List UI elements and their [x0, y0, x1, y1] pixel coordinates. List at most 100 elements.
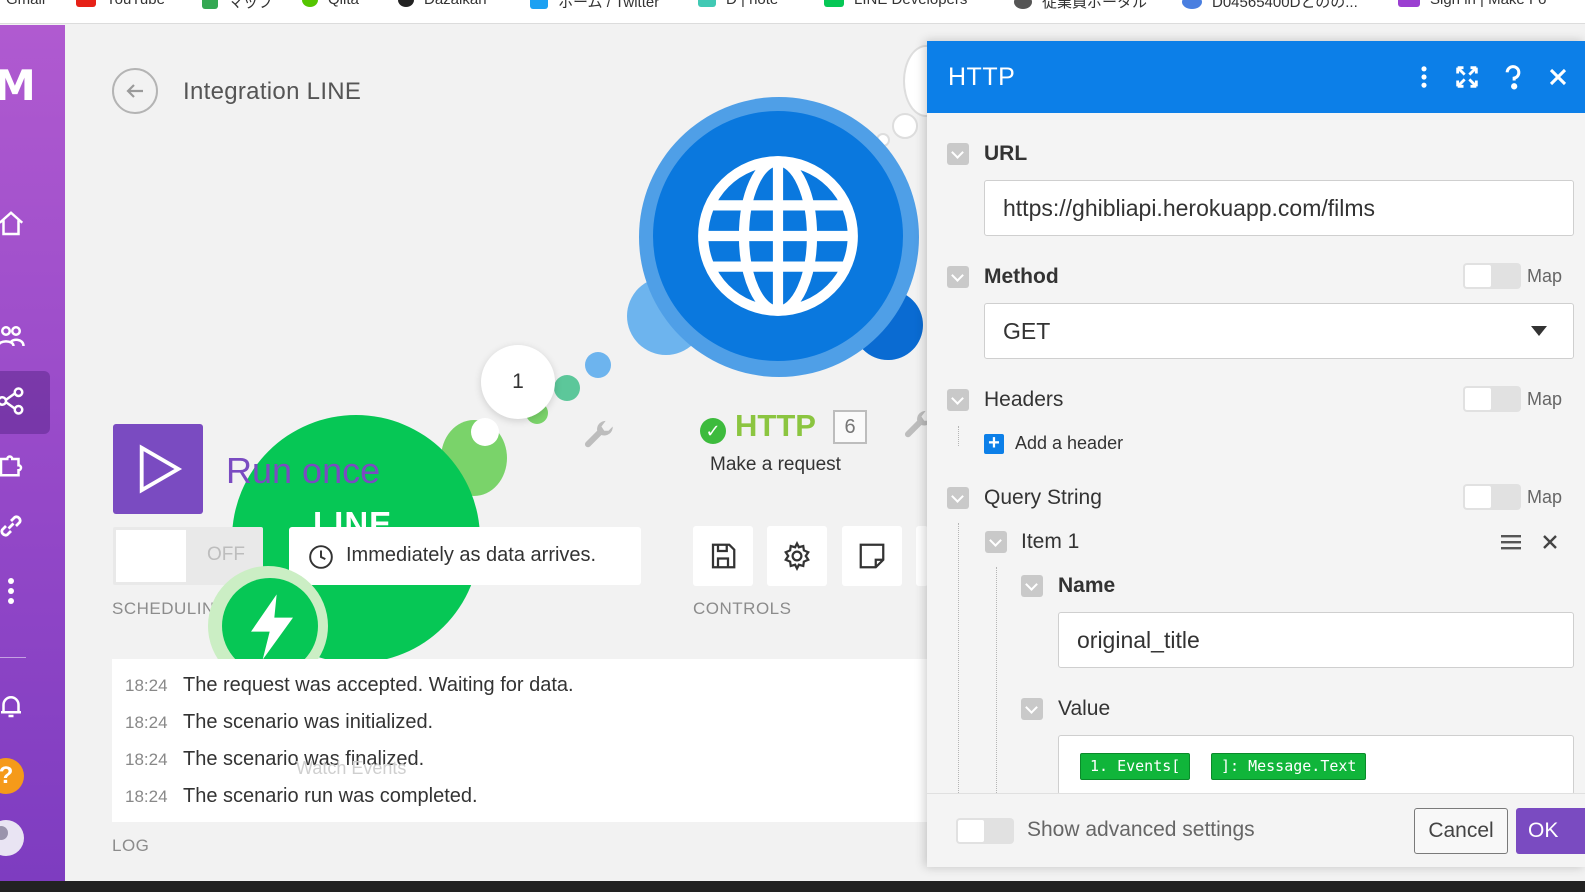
- cancel-button[interactable]: Cancel: [1414, 808, 1508, 854]
- log-entry: 18:24 The scenario was initialized.: [125, 711, 433, 734]
- value-label: Value: [1058, 697, 1111, 720]
- method-value: GET: [1003, 318, 1051, 344]
- bookmark-youtube[interactable]: YouTube: [76, 0, 165, 8]
- query-string-collapse-toggle[interactable]: [947, 487, 969, 509]
- globe-icon: [698, 156, 858, 316]
- connector-bubble: [892, 113, 918, 139]
- remove-item-icon[interactable]: [1542, 534, 1558, 550]
- wrench-icon[interactable]: [583, 418, 617, 452]
- http-module-panel: HTTP URL https://ghibliapi.herokuapp.com…: [927, 41, 1585, 867]
- mapped-token[interactable]: 1. Events[: [1080, 753, 1191, 780]
- ok-button[interactable]: OK: [1516, 808, 1585, 854]
- bookmark-make[interactable]: Sign in | Make Fo: [1398, 0, 1546, 8]
- slack-icon: [1182, 0, 1202, 9]
- query-string-map-toggle[interactable]: [1463, 484, 1521, 510]
- method-map-label: Map: [1527, 266, 1563, 286]
- tree-connector: [958, 523, 959, 793]
- log-section-label: LOG: [112, 836, 150, 855]
- advanced-settings-toggle[interactable]: [956, 818, 1014, 844]
- mapped-token[interactable]: ]: Message.Text: [1211, 753, 1367, 780]
- more-vertical-icon[interactable]: [1410, 63, 1438, 91]
- panel-footer: Show advanced settings Cancel OK: [927, 793, 1585, 867]
- toggle-state-label: OFF: [207, 544, 245, 565]
- url-input[interactable]: https://ghibliapi.herokuapp.com/films: [984, 180, 1574, 236]
- notifications-bell-icon[interactable]: [0, 691, 26, 721]
- http-module-name[interactable]: HTTP: [735, 408, 816, 444]
- back-button[interactable]: [112, 68, 158, 114]
- bookmark-dazaikan[interactable]: Dazaikan: [398, 0, 487, 8]
- add-header-button[interactable]: Add a header: [1015, 433, 1123, 454]
- sidebar-separator: [0, 657, 26, 658]
- run-once-button[interactable]: [113, 424, 203, 514]
- query-item-label: Item 1: [1021, 530, 1080, 553]
- home-icon[interactable]: [0, 209, 26, 239]
- headers-label: Headers: [984, 388, 1064, 411]
- notes-button[interactable]: [842, 526, 902, 586]
- schedule-setting[interactable]: Immediately as data arrives.: [289, 527, 641, 585]
- connections-link-icon[interactable]: [0, 511, 26, 541]
- lightning-icon: [251, 594, 293, 660]
- bookmark-line-developers[interactable]: LINE Developers: [824, 0, 967, 8]
- twitter-icon: [530, 0, 548, 9]
- advanced-settings-label: Show advanced settings: [1027, 818, 1255, 841]
- make-logo-icon[interactable]: M: [0, 61, 36, 110]
- operations-count-bubble[interactable]: 1: [481, 345, 555, 419]
- method-map-toggle[interactable]: [1463, 263, 1521, 289]
- headers-collapse-toggle[interactable]: [947, 389, 969, 411]
- log-message: The request was accepted. Waiting for da…: [183, 674, 574, 696]
- settings-button[interactable]: [767, 526, 827, 586]
- log-entry: 18:24 The request was accepted. Waiting …: [125, 674, 574, 697]
- method-collapse-toggle[interactable]: [947, 266, 969, 288]
- avatar[interactable]: [0, 820, 24, 856]
- sidebar: M ?: [0, 25, 65, 892]
- headers-map-label: Map: [1527, 389, 1563, 409]
- url-collapse-toggle[interactable]: [947, 143, 969, 165]
- headers-map-toggle[interactable]: [1463, 386, 1521, 412]
- help-icon[interactable]: ?: [0, 758, 24, 794]
- tree-connector: [958, 426, 959, 446]
- bookmark-gmail[interactable]: Gmail: [6, 0, 45, 8]
- add-icon[interactable]: +: [984, 433, 1004, 454]
- name-collapse-toggle[interactable]: [1021, 575, 1043, 597]
- bookmark-portal[interactable]: 従業員ポータル: [1014, 0, 1147, 12]
- bookmark-maps[interactable]: マップ: [202, 0, 273, 12]
- method-select[interactable]: GET: [984, 303, 1574, 359]
- scenario-title[interactable]: Integration LINE: [183, 78, 361, 106]
- method-label: Method: [984, 265, 1059, 288]
- maps-icon: [202, 0, 218, 9]
- bookmark-qiita[interactable]: Qiita: [302, 0, 359, 8]
- connector-bubble: [471, 418, 499, 446]
- team-icon[interactable]: [0, 321, 26, 351]
- gear-icon: [784, 541, 810, 571]
- schedule-description: Immediately as data arrives.: [346, 544, 597, 566]
- taskbar-edge: [0, 881, 1585, 892]
- query-string-map-label: Map: [1527, 487, 1563, 507]
- expand-icon[interactable]: [1453, 63, 1481, 91]
- url-label: URL: [984, 142, 1028, 165]
- chevron-down-icon: [1531, 326, 1547, 336]
- bookmarks-bar: Gmail YouTube マップ Qiita Dazaikan ホーム / T…: [0, 0, 1585, 24]
- name-label: Name: [1058, 574, 1116, 597]
- save-button[interactable]: [693, 526, 753, 586]
- item-collapse-toggle[interactable]: [985, 531, 1007, 553]
- log-time: 18:24: [125, 676, 168, 695]
- scenarios-icon[interactable]: [0, 386, 26, 416]
- bookmark-slack[interactable]: D04565400Dとのの...: [1182, 0, 1358, 12]
- youtube-icon: [76, 0, 96, 7]
- value-collapse-toggle[interactable]: [1021, 698, 1043, 720]
- query-string-label: Query String: [984, 486, 1102, 509]
- apps-puzzle-icon[interactable]: [0, 449, 26, 479]
- close-icon[interactable]: [1544, 63, 1572, 91]
- help-icon[interactable]: [1499, 63, 1527, 91]
- toggle-knob: [116, 530, 186, 582]
- note-icon: [859, 543, 885, 569]
- bookmark-note[interactable]: D | note: [698, 0, 778, 8]
- bookmark-twitter[interactable]: ホーム / Twitter: [530, 0, 659, 12]
- name-input[interactable]: original_title: [1058, 612, 1574, 668]
- run-once-label: Run once: [226, 450, 381, 491]
- drag-handle-icon[interactable]: [1501, 533, 1521, 551]
- clock-icon: [309, 545, 333, 569]
- line-icon: [824, 0, 844, 7]
- log-time: 18:24: [125, 750, 168, 769]
- more-vertical-icon[interactable]: [0, 576, 26, 606]
